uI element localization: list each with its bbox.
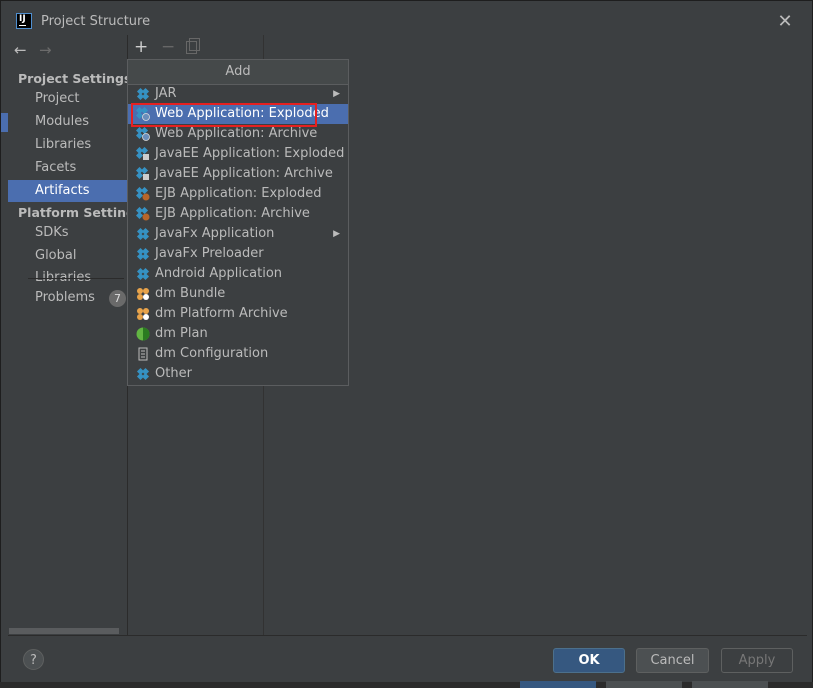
popup-item-label: JavaEE Application: Archive — [155, 166, 333, 181]
minus-icon[interactable]: − — [161, 37, 175, 57]
diamond-icon — [136, 367, 150, 381]
close-icon[interactable]: ✕ — [776, 13, 794, 31]
popup-item-web-application-archive[interactable]: Web Application: Archive — [128, 124, 348, 144]
popup-title: Add — [128, 60, 348, 85]
sidebar-item-sdks[interactable]: SDKs — [8, 222, 127, 244]
sidebar-item-project[interactable]: Project — [8, 88, 127, 110]
popup-item-label: dm Platform Archive — [155, 306, 288, 321]
red-highlight-box — [131, 103, 317, 127]
sidebar-item-facets[interactable]: Facets — [8, 157, 127, 179]
popup-item-label: Android Application — [155, 266, 283, 281]
help-button[interactable]: ? — [23, 649, 44, 670]
popup-item-label: JavaEE Application: Exploded — [155, 146, 345, 161]
sidebar-item-libraries[interactable]: Libraries — [8, 134, 127, 156]
apply-button[interactable]: Apply — [721, 648, 793, 673]
sidebar-scrollbar[interactable] — [9, 628, 119, 634]
window-title: Project Structure — [41, 14, 151, 29]
title-bar: IJ Project Structure ✕ — [1, 1, 812, 35]
project-settings-heading: Project Settings — [18, 71, 132, 86]
popup-item-ejb-application-exploded[interactable]: EJB Application: Exploded — [128, 184, 348, 204]
bundle-icon — [136, 307, 150, 321]
sidebar-divider — [28, 278, 124, 279]
bundle-icon — [136, 287, 150, 301]
forward-arrow-icon[interactable]: → — [39, 41, 52, 59]
cancel-button[interactable]: Cancel — [636, 648, 709, 673]
popup-item-label: JAR — [155, 86, 177, 101]
sidebar-item-global-libraries[interactable]: Global Libraries — [8, 245, 127, 285]
popup-item-javafx-preloader[interactable]: JavaFx Preloader — [128, 244, 348, 264]
popup-item-javaee-application-archive[interactable]: JavaEE Application: Archive — [128, 164, 348, 184]
popup-item-dm-bundle[interactable]: dm Bundle — [128, 284, 348, 304]
ok-button[interactable]: OK — [553, 648, 625, 673]
popup-item-javaee-application-exploded[interactable]: JavaEE Application: Exploded — [128, 144, 348, 164]
diamond-icon — [136, 227, 150, 241]
plan-icon — [136, 327, 150, 341]
popup-item-label: dm Plan — [155, 326, 208, 341]
problems-count-badge: 7 — [109, 290, 126, 307]
intellij-logo-icon: IJ — [16, 13, 32, 29]
diamond-icon — [136, 247, 150, 261]
popup-item-jar[interactable]: JAR ▶ — [128, 84, 348, 104]
copy-icon[interactable] — [186, 38, 200, 54]
popup-item-label: JavaFx Application — [155, 226, 275, 241]
diamond-icon — [136, 87, 150, 101]
popup-item-label: Other — [155, 366, 192, 381]
popup-item-label: Web Application: Archive — [155, 126, 318, 141]
popup-item-dm-plan[interactable]: dm Plan — [128, 324, 348, 344]
popup-item-dm-configuration[interactable]: dm Configuration — [128, 344, 348, 364]
background-apply-button — [692, 681, 768, 688]
popup-item-dm-platform-archive[interactable]: dm Platform Archive — [128, 304, 348, 324]
javaee-icon — [135, 146, 150, 161]
config-icon — [136, 347, 150, 361]
sidebar-item-modules[interactable]: Modules — [8, 111, 127, 133]
popup-item-other[interactable]: Other — [128, 364, 348, 384]
submenu-arrow-icon: ▶ — [333, 89, 340, 99]
project-structure-dialog: IJ Project Structure ✕ ← → Project Setti… — [0, 0, 813, 688]
popup-item-android-application[interactable]: Android Application — [128, 264, 348, 284]
submenu-arrow-icon: ▶ — [333, 229, 340, 239]
popup-item-label: EJB Application: Archive — [155, 206, 310, 221]
diamond-icon — [136, 267, 150, 281]
ejb-icon — [135, 186, 150, 201]
popup-item-label: JavaFx Preloader — [155, 246, 264, 261]
plus-icon[interactable]: + — [134, 37, 148, 57]
sidebar-item-artifacts[interactable]: Artifacts — [8, 180, 127, 202]
selection-indicator — [1, 113, 8, 132]
background-cancel-button — [606, 681, 682, 688]
javaee-icon — [135, 166, 150, 181]
platform-settings-heading: Platform Settings — [18, 205, 143, 220]
popup-item-javafx-application[interactable]: JavaFx Application ▶ — [128, 224, 348, 244]
popup-item-label: EJB Application: Exploded — [155, 186, 322, 201]
back-arrow-icon[interactable]: ← — [14, 41, 27, 59]
web-icon — [135, 126, 150, 141]
popup-item-ejb-application-archive[interactable]: EJB Application: Archive — [128, 204, 348, 224]
ejb-icon — [135, 206, 150, 221]
popup-item-label: dm Bundle — [155, 286, 226, 301]
background-ok-button — [520, 681, 596, 688]
popup-item-label: dm Configuration — [155, 346, 269, 361]
